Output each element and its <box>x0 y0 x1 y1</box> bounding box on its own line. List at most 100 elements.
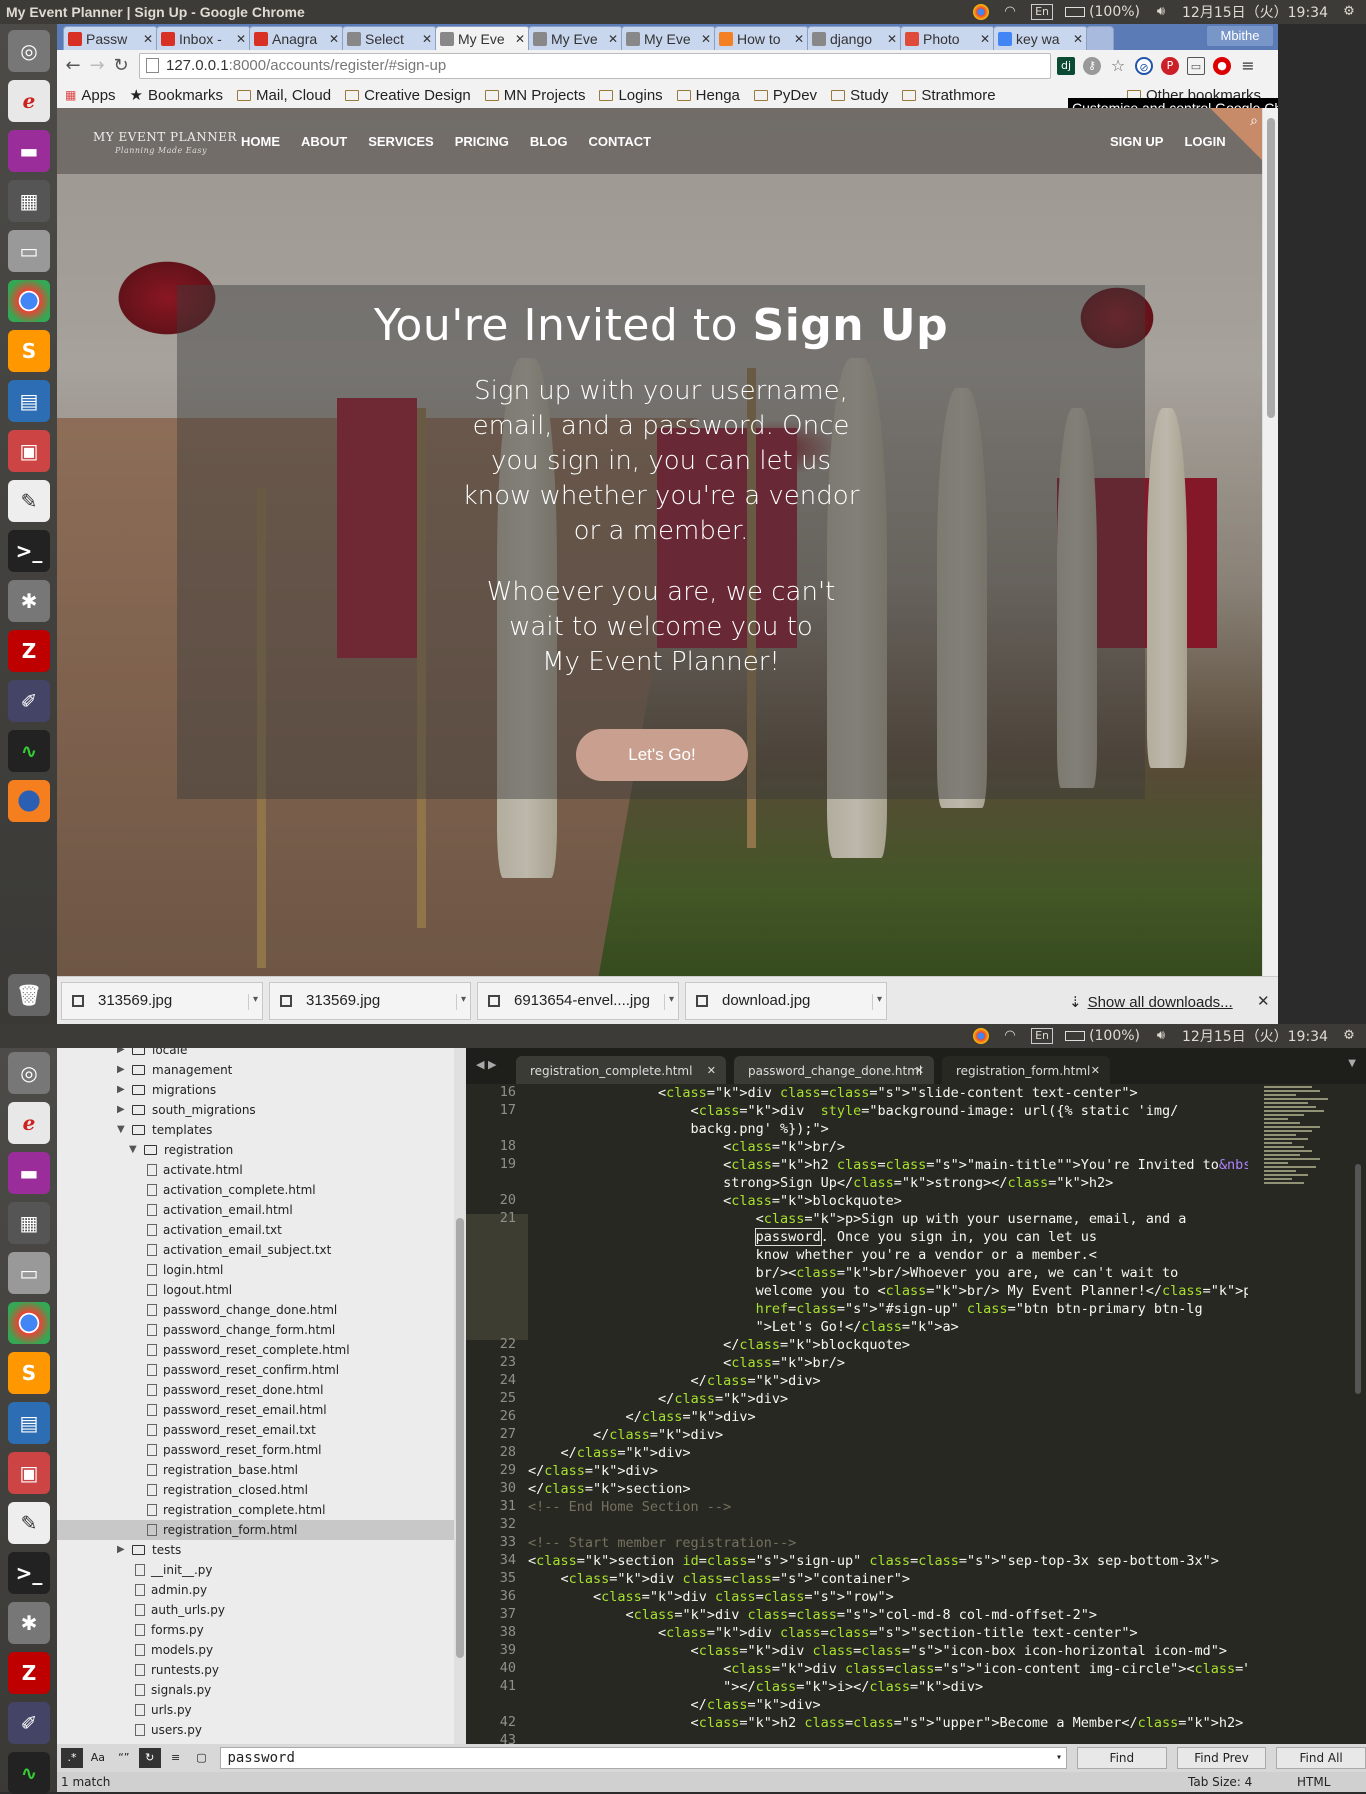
in-selection-toggle-icon[interactable]: ≡ <box>165 1748 187 1768</box>
chevron-down-icon[interactable]: ▾ <box>871 993 882 1010</box>
tree-file[interactable]: users.py <box>57 1720 454 1740</box>
tree-folder[interactable]: ▶ south_migrations <box>57 1100 454 1120</box>
browser-tab[interactable]: Passw ✕ <box>63 26 158 50</box>
settings-icon[interactable]: ✱ <box>8 1602 50 1644</box>
tree-file[interactable]: activation_email.txt <box>57 1220 454 1240</box>
chevron-right-icon[interactable]: ▶ <box>117 1100 125 1120</box>
case-toggle-icon[interactable]: Aa <box>87 1748 109 1768</box>
tree-file[interactable]: activate.html <box>57 1160 454 1180</box>
scrollbar-thumb[interactable] <box>456 1218 464 1658</box>
key-icon[interactable]: ⚷ <box>1083 57 1101 75</box>
tab-list-chevron-icon[interactable]: ▼ <box>1348 1058 1356 1069</box>
terminal-icon[interactable]: >_ <box>8 1552 50 1594</box>
django-extension-icon[interactable]: dj <box>1057 57 1075 75</box>
tree-file[interactable]: __init__.py <box>57 1560 454 1580</box>
bookmark-folder[interactable]: Henga <box>676 87 740 104</box>
sidebar-scrollbar[interactable] <box>454 1048 466 1744</box>
tree-folder[interactable]: ▶ tests <box>57 1540 454 1560</box>
media-icon[interactable]: ▬ <box>8 1152 50 1194</box>
tree-file[interactable]: models.py <box>57 1640 454 1660</box>
tree-file[interactable]: runtests.py <box>57 1660 454 1680</box>
bookmark-folder[interactable]: PyDev <box>753 87 817 104</box>
page-scrollbar[interactable] <box>1262 108 1278 976</box>
filezilla-icon[interactable]: Z <box>8 1652 50 1694</box>
bookmark-folder[interactable]: Creative Design <box>345 87 471 104</box>
chevron-right-icon[interactable]: ▶ <box>117 1048 125 1060</box>
cast-icon[interactable]: ▭ <box>1187 57 1205 75</box>
editor-tab[interactable]: registration_complete.html ✕ <box>516 1056 726 1084</box>
browser-tab[interactable]: django ✕ <box>807 26 902 50</box>
bookmark-folder[interactable]: Strathmore <box>902 87 996 104</box>
filezilla-icon[interactable]: Z <box>8 630 50 672</box>
volume-icon[interactable]: 🔊︎ <box>1152 4 1170 20</box>
tree-file[interactable]: password_reset_email.txt <box>57 1420 454 1440</box>
tree-folder[interactable]: ▶ management <box>57 1060 454 1080</box>
pencil-tool-icon[interactable]: ✐ <box>8 680 50 722</box>
browser-tab[interactable]: key wa ✕ <box>993 26 1088 50</box>
close-icon[interactable]: ✕ <box>236 32 246 46</box>
site-logo[interactable]: MY EVENT PLANNER Planning Made Easy <box>93 130 237 158</box>
sublime-text-icon[interactable]: S <box>8 330 50 372</box>
browser-tab[interactable]: Select ✕ <box>342 26 437 50</box>
regex-toggle-icon[interactable]: .* <box>61 1748 83 1768</box>
tree-folder[interactable]: ▶ locale <box>57 1048 454 1060</box>
settings-icon[interactable]: ✱ <box>8 580 50 622</box>
close-icon[interactable]: ✕ <box>794 32 804 46</box>
tree-file[interactable]: urls.py <box>57 1700 454 1720</box>
document-viewer-icon[interactable]: ▤ <box>8 1402 50 1444</box>
terminal-icon[interactable]: >_ <box>8 530 50 572</box>
mail-client-icon[interactable]: ℯ <box>8 1102 50 1144</box>
mail-client-icon[interactable]: ℯ <box>8 80 50 122</box>
find-all-button[interactable]: Find All <box>1276 1747 1366 1769</box>
tree-folder[interactable]: ▼ registration <box>57 1140 454 1160</box>
close-icon[interactable]: ✕ <box>329 32 339 46</box>
document-viewer-icon[interactable]: ▤ <box>8 380 50 422</box>
trash-icon[interactable]: 🗑︎ <box>8 974 50 1016</box>
close-icon[interactable]: ✕ <box>515 32 525 46</box>
close-icon[interactable]: ✕ <box>143 32 153 46</box>
menu-icon[interactable]: ≡ <box>1239 57 1257 75</box>
keyboard-indicator[interactable]: En <box>1031 1028 1054 1044</box>
tab-size-indicator[interactable]: Tab Size: 4 <box>1188 1775 1252 1789</box>
nav-about[interactable]: ABOUT <box>301 134 347 149</box>
archive-icon[interactable]: ▣ <box>8 1452 50 1494</box>
tree-file[interactable]: registration_form.html <box>57 1520 454 1540</box>
close-icon[interactable]: ✕ <box>1257 992 1270 1010</box>
syntax-indicator[interactable]: HTML <box>1297 1775 1330 1789</box>
tree-file[interactable]: password_reset_form.html <box>57 1440 454 1460</box>
keyboard-indicator[interactable]: En <box>1031 4 1054 20</box>
chevron-down-icon[interactable]: ▾ <box>663 993 674 1010</box>
nav-sign-up[interactable]: SIGN UP <box>1110 134 1163 149</box>
close-icon[interactable]: ✕ <box>1091 1064 1100 1077</box>
nav-pricing[interactable]: PRICING <box>455 134 509 149</box>
scrollbar-thumb[interactable] <box>1267 118 1275 418</box>
tree-file[interactable]: password_change_done.html <box>57 1300 454 1320</box>
volume-icon[interactable]: 🔊︎ <box>1152 1028 1170 1044</box>
search-corner[interactable]: ⌕ <box>1210 108 1262 160</box>
nav-services[interactable]: SERVICES <box>368 134 434 149</box>
bookmark-folder[interactable]: MN Projects <box>484 87 585 104</box>
address-bar[interactable]: 127.0.0.1:8000/accounts/register/#sign-u… <box>139 53 1051 79</box>
editor-tab-active[interactable]: registration_form.html ✕ <box>942 1056 1110 1084</box>
find-button[interactable]: Find <box>1077 1747 1167 1769</box>
find-input[interactable]: password ▾ <box>220 1747 1068 1769</box>
wifi-icon[interactable]: ◠ <box>1001 4 1019 20</box>
dash-icon[interactable]: ◎ <box>8 1052 50 1094</box>
editor-scrollbar[interactable] <box>1352 1084 1364 1744</box>
close-icon[interactable]: ✕ <box>422 32 432 46</box>
browser-tab[interactable]: How to ✕ <box>714 26 809 50</box>
clock[interactable]: 12月15日（火）19:34 <box>1182 1026 1328 1046</box>
wifi-icon[interactable]: ◠ <box>1001 1028 1019 1044</box>
profile-button[interactable]: Mbithe <box>1207 26 1273 46</box>
pencil-tool-icon[interactable]: ✐ <box>8 1702 50 1744</box>
gear-icon[interactable]: ⚙ <box>1340 1028 1358 1044</box>
chrome-icon[interactable] <box>8 280 50 322</box>
tree-file[interactable]: registration_closed.html <box>57 1480 454 1500</box>
whole-word-toggle-icon[interactable]: “” <box>113 1748 135 1768</box>
tree-file[interactable]: forms.py <box>57 1620 454 1640</box>
pinterest-icon[interactable]: P <box>1161 57 1179 75</box>
tree-file[interactable]: password_reset_done.html <box>57 1380 454 1400</box>
browser-tab[interactable]: My Eve ✕ <box>621 26 716 50</box>
download-item[interactable]: 313569.jpg ▾ <box>61 981 263 1020</box>
tree-file[interactable]: activation_email.html <box>57 1200 454 1220</box>
